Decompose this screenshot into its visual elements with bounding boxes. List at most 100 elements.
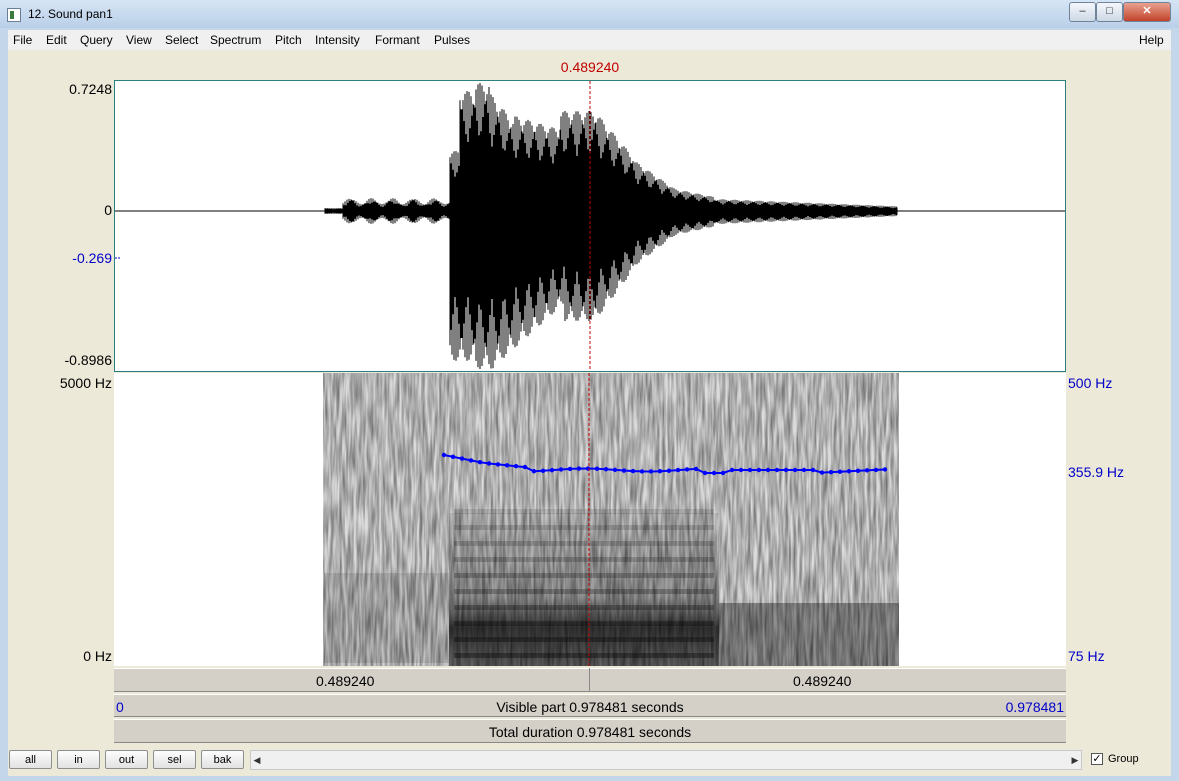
pitch-point [477,460,483,465]
waveform-cursor-value-label: -0.269 [72,250,112,266]
waveform-plot [115,81,1065,371]
visible-part-text: Visible part 0.978481 seconds [496,699,684,715]
pitch-point [684,467,690,472]
zoom-selection-button[interactable]: sel [153,750,196,769]
menu-pitch[interactable]: Pitch [275,33,302,47]
pitch-point [729,467,735,473]
pitch-point [792,467,798,473]
maximize-button[interactable]: □ [1096,2,1123,22]
pitch-point [459,456,465,461]
pitch-point [540,468,546,473]
pitch-point [747,467,753,473]
menu-file[interactable]: File [13,33,32,47]
zoom-out-button[interactable]: out [105,750,148,769]
pitch-point [738,467,744,473]
low-frequency-band [719,603,899,666]
menu-spectrum[interactable]: Spectrum [210,33,261,47]
pitch-point [828,469,834,475]
menu-edit[interactable]: Edit [46,33,67,47]
waveform-max-label: 0.7248 [69,81,112,97]
pitch-point [801,467,807,473]
selection-bar[interactable]: 0.489240 0.489240 [114,668,1066,692]
pitch-point [666,468,672,473]
pitch-point [657,469,663,474]
total-duration-text: Total duration 0.978481 seconds [488,724,692,740]
pitch-point [630,468,636,474]
pitch-point [504,463,510,468]
pitch-point [774,467,780,473]
title-bar[interactable] [0,0,1179,28]
waveform-min-label: -0.8986 [64,352,112,368]
menu-help[interactable]: Help [1139,33,1164,47]
menu-select[interactable]: Select [165,33,198,47]
pitch-point [756,467,762,473]
horizontal-scrollbar[interactable] [250,750,1082,770]
harmonic-band [454,621,714,626]
waveform-zero-label: 0 [104,202,112,218]
total-duration-bar[interactable]: Total duration 0.978481 seconds [114,719,1066,743]
waveform-trace [324,83,898,369]
minimize-button[interactable]: – [1069,2,1096,22]
spectrogram-panel[interactable] [114,373,1066,666]
fricative-energy [324,573,449,663]
menu-formant[interactable]: Formant [375,33,420,47]
pitch-point [567,466,573,472]
pitch-point [441,452,447,458]
pitch-point [603,467,609,472]
harmonic-band [454,589,714,594]
pitch-point [783,467,789,473]
pitch-point [837,469,843,474]
pitch-point [864,468,870,473]
waveform-samples [324,83,898,369]
selection-right-time[interactable]: 0.489240 [793,673,851,689]
pitch-point [531,469,537,474]
harmonic-band [454,637,714,642]
menu-pulses[interactable]: Pulses [434,33,470,47]
close-button[interactable]: ✕ [1123,2,1171,22]
pitch-point [720,470,726,476]
menu-query[interactable]: Query [80,33,113,47]
zoom-all-button[interactable]: all [9,750,52,769]
pitch-point [576,466,582,471]
pitch-cursor-label: 355.9 Hz [1068,464,1125,480]
pitch-point [675,467,681,473]
pitch-point [702,470,708,476]
spectrogram-plot [323,373,899,666]
spectrogram-top-freq-label: 5000 Hz [59,375,112,391]
pitch-point [468,458,474,463]
harmonic-band [454,509,714,514]
app-icon [7,8,21,22]
pitch-point [612,467,618,473]
group-checkbox[interactable]: ✓ [1091,753,1103,765]
visible-part-bar[interactable]: 0 Visible part 0.978481 seconds 0.978481 [114,694,1066,717]
pitch-point [810,467,816,473]
pitch-point [648,469,654,474]
cursor-time-label: 0.489240 [560,59,620,75]
pitch-point [855,468,861,473]
waveform-panel[interactable] [114,80,1066,372]
harmonic-band [454,525,714,530]
pitch-point [882,467,888,472]
pitch-point [693,466,699,472]
group-label: Group [1108,753,1139,765]
scroll-left-icon[interactable]: ◀ [250,750,264,770]
pitch-point [873,467,879,473]
zoom-back-button[interactable]: bak [201,750,244,769]
pitch-top-label: 500 Hz [1068,375,1113,391]
window-title: 12. Sound pan1 [28,7,113,21]
pitch-point [549,467,555,473]
harmonic-band [454,557,714,562]
scroll-right-icon[interactable]: ▶ [1068,750,1082,770]
pitch-bottom-label: 75 Hz [1068,648,1105,664]
spectrogram-bottom-freq-label: 0 Hz [83,648,112,664]
pitch-point [558,467,564,472]
menu-view[interactable]: View [126,33,152,47]
selection-left-time[interactable]: 0.489240 [316,673,374,689]
menu-intensity[interactable]: Intensity [315,33,360,47]
pitch-point [450,454,456,459]
pitch-point [846,469,852,474]
zoom-in-button[interactable]: in [57,750,100,769]
harmonic-band [454,653,714,658]
pitch-point [594,466,600,471]
pitch-point [765,467,771,473]
